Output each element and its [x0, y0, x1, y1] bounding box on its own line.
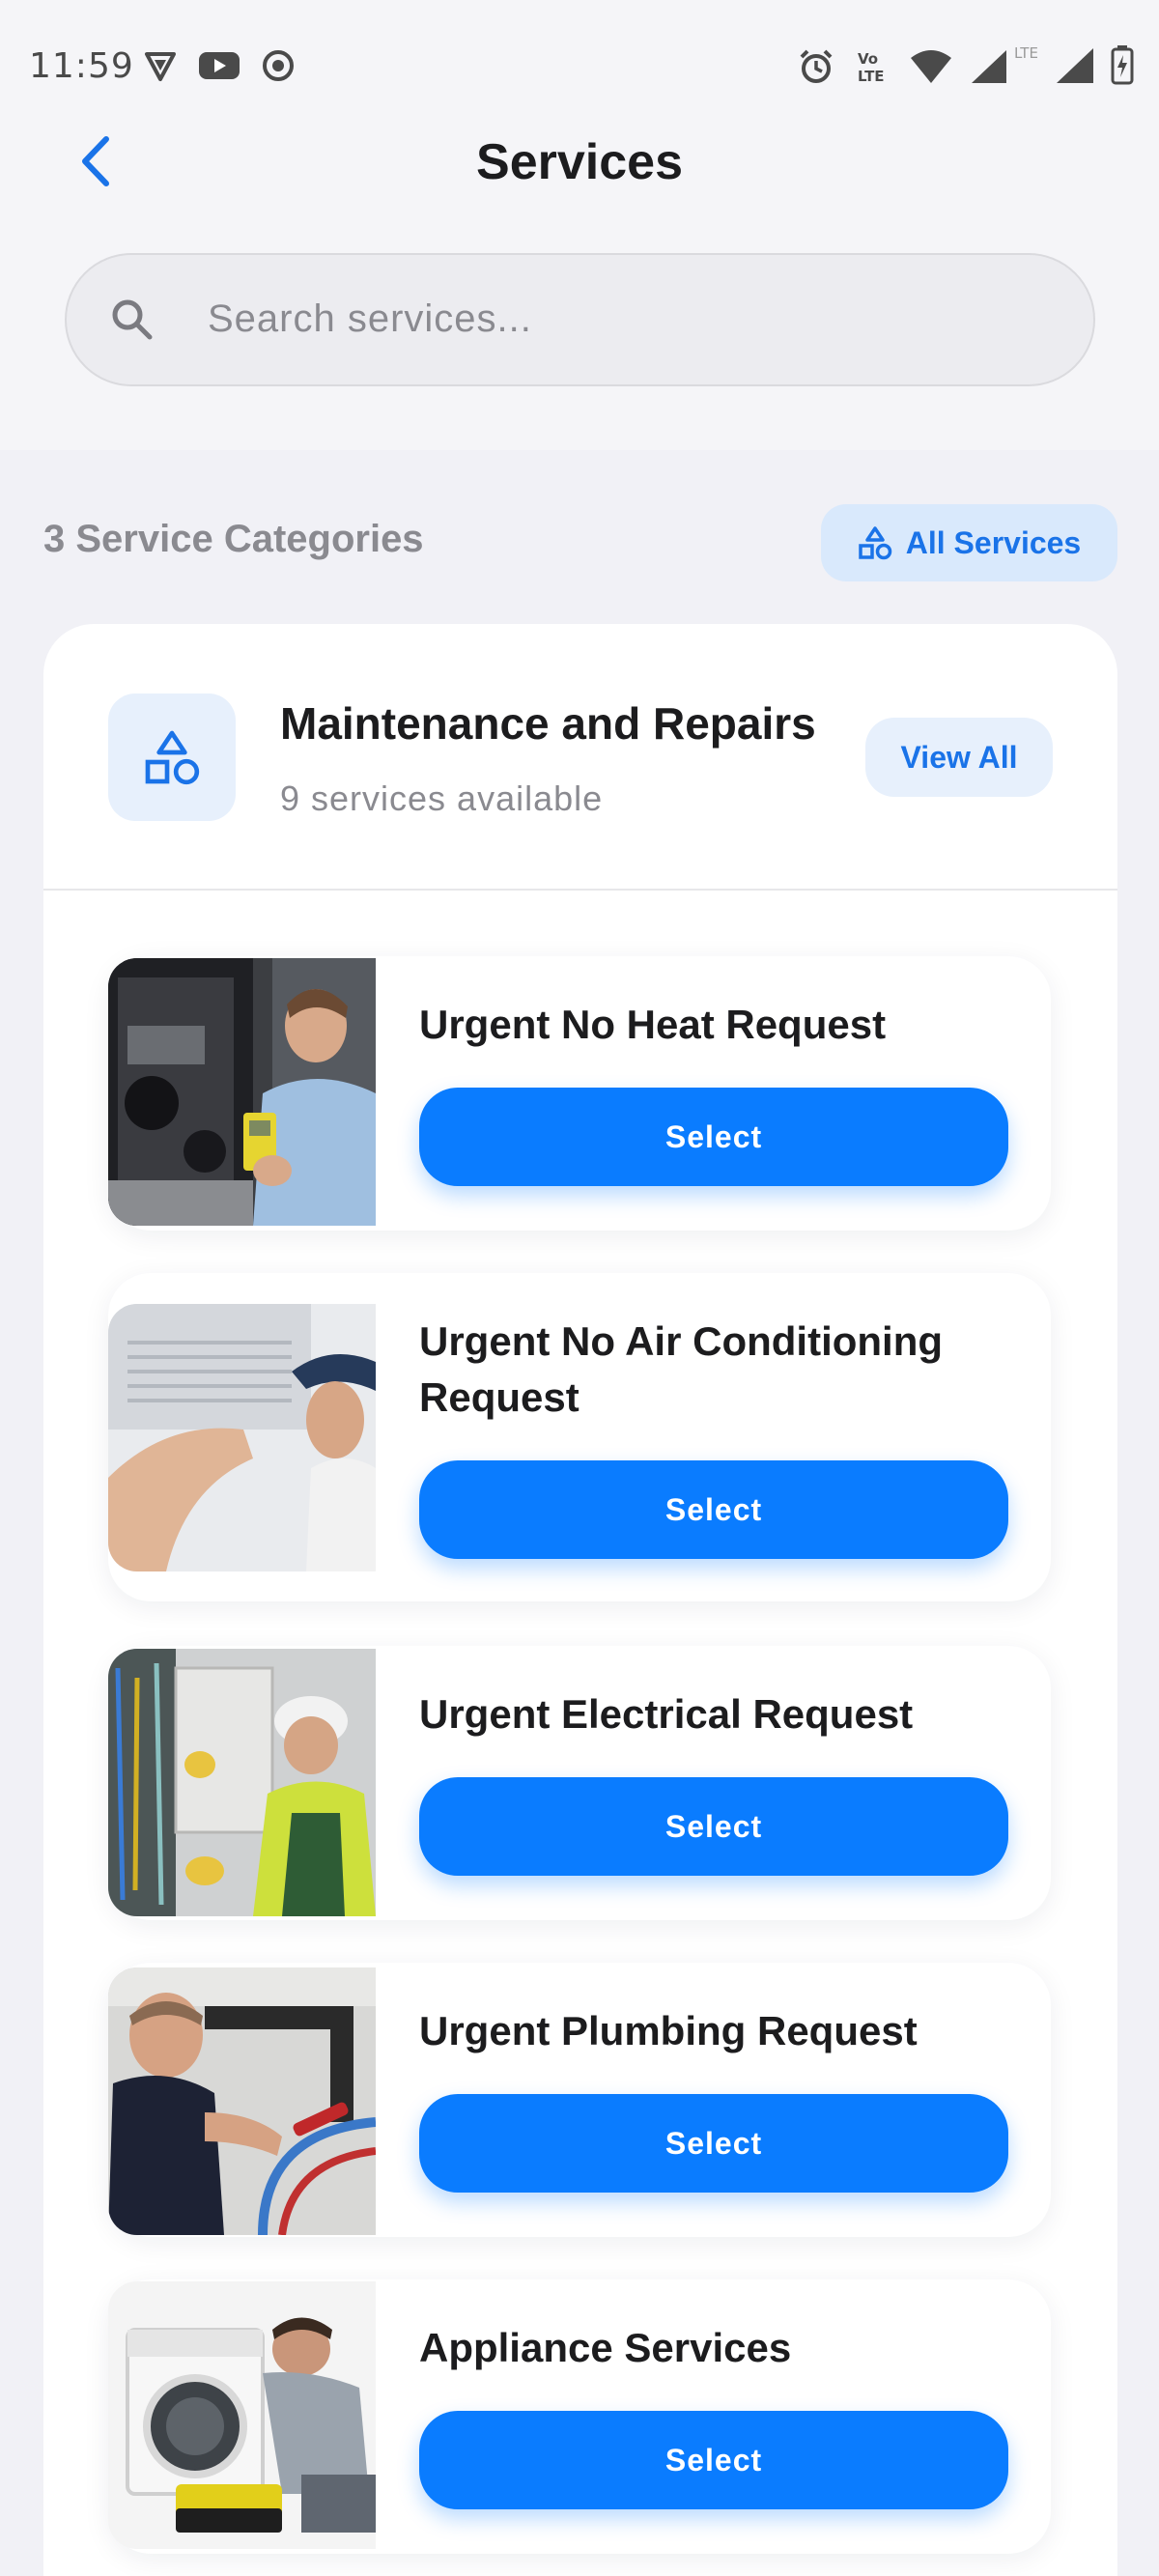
category-title: Maintenance and Repairs — [280, 698, 816, 749]
battery-icon — [1111, 45, 1134, 85]
svg-text:LTE: LTE — [1014, 44, 1038, 62]
service-image — [108, 2281, 376, 2549]
wifi-icon — [911, 50, 951, 83]
service-name: Appliance Services — [419, 2325, 792, 2370]
all-services-button[interactable]: All Services — [821, 504, 1117, 581]
shapes-icon — [145, 730, 200, 785]
all-services-label: All Services — [905, 524, 1082, 560]
svg-text:LTE: LTE — [858, 68, 885, 85]
service-name: Urgent No Heat Request — [419, 1002, 887, 1047]
search-input[interactable] — [208, 286, 1058, 352]
select-button[interactable]: Select — [419, 2411, 1008, 2509]
select-button[interactable]: Select — [419, 1460, 1008, 1559]
alarm-icon — [800, 49, 833, 83]
service-image — [108, 1967, 376, 2235]
status-time: 11:59 — [29, 46, 134, 86]
service-name: Urgent Electrical Request — [419, 1691, 914, 1737]
service-name: Urgent No Air Conditioning Request — [419, 1318, 944, 1420]
search-icon — [112, 299, 153, 340]
shapes-icon — [859, 526, 892, 560]
service-name: Urgent Plumbing Request — [419, 2008, 918, 2053]
signal-icon — [972, 50, 1006, 83]
status-bar: 11:59 Vo LTE LTE — [0, 0, 1159, 130]
vpn-icon — [145, 52, 176, 81]
divider — [43, 889, 1117, 891]
service-image — [108, 1649, 376, 1916]
view-all-button[interactable]: View All — [865, 718, 1053, 797]
select-button[interactable]: Select — [419, 1088, 1008, 1186]
category-icon — [108, 694, 236, 821]
category-count: 3 Service Categories — [43, 518, 424, 560]
lte-signal-icon: LTE — [1014, 44, 1093, 83]
select-button[interactable]: Select — [419, 1777, 1008, 1876]
service-image — [108, 1304, 376, 1571]
page-title: Services — [476, 134, 683, 190]
youtube-icon — [199, 52, 240, 79]
select-button[interactable]: Select — [419, 2094, 1008, 2193]
screen-record-icon — [263, 50, 294, 81]
category-subtitle: 9 services available — [280, 778, 604, 818]
service-image — [108, 958, 376, 1226]
volte-icon: Vo LTE — [858, 50, 885, 85]
svg-text:Vo: Vo — [858, 50, 878, 68]
